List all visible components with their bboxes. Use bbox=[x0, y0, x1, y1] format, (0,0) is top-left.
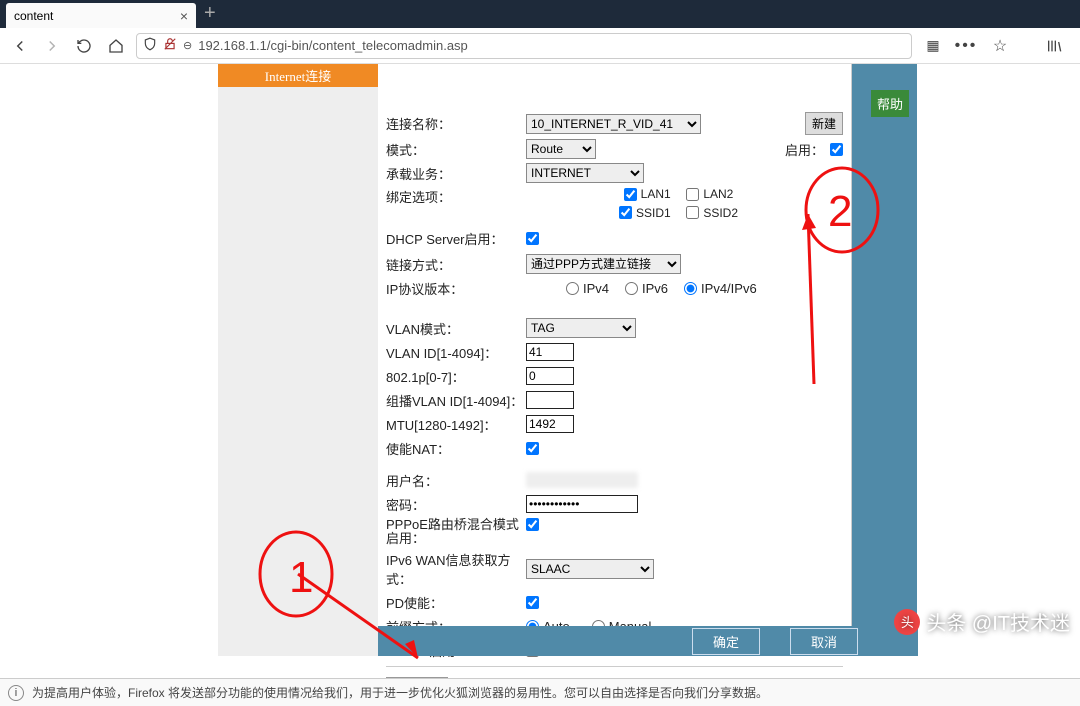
bind-lan1-label: LAN1 bbox=[641, 187, 671, 201]
bind-lan2-checkbox[interactable] bbox=[686, 188, 699, 201]
ok-button[interactable]: 确定 bbox=[692, 628, 760, 655]
mode-label: 模式： bbox=[386, 140, 526, 159]
browser-tabstrip: content × + bbox=[0, 0, 1080, 28]
browser-toolbar: ⊖ 192.168.1.1/cgi-bin/content_telecomadm… bbox=[0, 28, 1080, 64]
enable-label: 启用： bbox=[785, 140, 824, 159]
dot1p-label: 802.1p[0-7]： bbox=[386, 367, 526, 386]
bind-lan1-checkbox[interactable] bbox=[624, 188, 637, 201]
dhcp-checkbox[interactable] bbox=[526, 232, 539, 245]
status-bar: i 为提高用户体验，Firefox 将发送部分功能的使用情况给我们，用于进一步优… bbox=[0, 678, 1080, 706]
ipv4-label: IPv4 bbox=[583, 281, 609, 296]
url-text: 192.168.1.1/cgi-bin/content_telecomadmin… bbox=[198, 38, 468, 53]
meatball-menu-icon[interactable]: ••• bbox=[954, 34, 978, 58]
library-icon[interactable] bbox=[1042, 34, 1066, 58]
footer-bar: 确定 取消 bbox=[378, 626, 918, 656]
pppoe-bridge-checkbox[interactable] bbox=[526, 518, 539, 531]
pppoe-bridge-label: PPPoE路由桥混合模式启用： bbox=[386, 518, 526, 546]
vlan-id-input[interactable] bbox=[526, 343, 574, 361]
link-select[interactable]: 通过PPP方式建立链接 bbox=[526, 254, 681, 274]
url-bar[interactable]: ⊖ 192.168.1.1/cgi-bin/content_telecomadm… bbox=[136, 33, 912, 59]
user-label: 用户名： bbox=[386, 471, 526, 490]
back-button[interactable] bbox=[8, 34, 32, 58]
service-select[interactable]: INTERNET bbox=[526, 163, 644, 183]
shield-icon bbox=[143, 37, 157, 54]
permission-icon: ⊖ bbox=[183, 39, 192, 52]
forward-button[interactable] bbox=[40, 34, 64, 58]
page-body: Internet连接 连接名称： 10_INTERNET_R_VID_41 新建… bbox=[0, 64, 1080, 664]
bind-ssid2-label: SSID2 bbox=[703, 206, 738, 220]
config-panel: 连接名称： 10_INTERNET_R_VID_41 新建 模式： Route … bbox=[378, 64, 852, 626]
pd-checkbox[interactable] bbox=[526, 596, 539, 609]
ipv6-label: IPv6 bbox=[642, 281, 668, 296]
mvlan-input[interactable] bbox=[526, 391, 574, 409]
insecure-icon bbox=[163, 37, 177, 54]
home-button[interactable] bbox=[104, 34, 128, 58]
link-label: 链接方式： bbox=[386, 255, 526, 274]
status-text: 为提高用户体验，Firefox 将发送部分功能的使用情况给我们，用于进一步优化火… bbox=[32, 684, 768, 701]
nat-checkbox[interactable] bbox=[526, 442, 539, 455]
watermark-text: 头条 @IT技术迷 bbox=[926, 607, 1070, 636]
conn-name-select[interactable]: 10_INTERNET_R_VID_41 bbox=[526, 114, 701, 134]
ipv6-wan-select[interactable]: SLAAC bbox=[526, 559, 654, 579]
ipv46-label: IPv4/IPv6 bbox=[701, 281, 757, 296]
dhcp-label: DHCP Server启用： bbox=[386, 229, 526, 248]
new-button[interactable]: 新建 bbox=[805, 112, 843, 135]
new-tab-button[interactable]: + bbox=[204, 2, 216, 25]
username-redacted bbox=[526, 472, 638, 488]
bind-ssid2-checkbox[interactable] bbox=[686, 206, 699, 219]
bind-ssid1-checkbox[interactable] bbox=[619, 206, 632, 219]
ipv46-radio[interactable] bbox=[684, 282, 697, 295]
sidebar-header: Internet连接 bbox=[218, 64, 378, 87]
reload-button[interactable] bbox=[72, 34, 96, 58]
cancel-button[interactable]: 取消 bbox=[790, 628, 858, 655]
sidebar-footer-bg bbox=[218, 626, 378, 656]
enable-checkbox[interactable] bbox=[830, 143, 843, 156]
nat-label: 使能NAT： bbox=[386, 439, 526, 458]
tab-title: content bbox=[14, 9, 53, 23]
bookmark-icon[interactable]: ☆ bbox=[988, 34, 1012, 58]
pd-label: PD使能： bbox=[386, 593, 526, 612]
bind-lan2-label: LAN2 bbox=[703, 187, 733, 201]
ipv6-wan-label: IPv6 WAN信息获取方式： bbox=[386, 550, 526, 588]
conn-name-label: 连接名称： bbox=[386, 114, 526, 133]
mtu-label: MTU[1280-1492]： bbox=[386, 415, 526, 434]
pwd-label: 密码： bbox=[386, 495, 526, 514]
dot1p-input[interactable] bbox=[526, 367, 574, 385]
browser-tab[interactable]: content × bbox=[6, 3, 196, 28]
sidebar: Internet连接 bbox=[218, 64, 378, 626]
service-label: 承载业务： bbox=[386, 164, 526, 183]
qr-icon[interactable]: ▦ bbox=[920, 34, 944, 58]
ipv4-radio[interactable] bbox=[566, 282, 579, 295]
mode-select[interactable]: Route bbox=[526, 139, 596, 159]
vlan-id-label: VLAN ID[1-4094]： bbox=[386, 343, 526, 362]
info-icon: i bbox=[8, 685, 24, 701]
mtu-input[interactable] bbox=[526, 415, 574, 433]
watermark: 头 头条 @IT技术迷 bbox=[894, 607, 1070, 636]
vlan-mode-label: VLAN模式： bbox=[386, 319, 526, 338]
bind-label: 绑定选项： bbox=[386, 187, 526, 206]
bind-ssid1-label: SSID1 bbox=[636, 206, 671, 220]
password-input[interactable] bbox=[526, 495, 638, 513]
ipv6-radio[interactable] bbox=[625, 282, 638, 295]
mvlan-label: 组播VLAN ID[1-4094]： bbox=[386, 391, 526, 410]
close-tab-icon[interactable]: × bbox=[180, 8, 188, 24]
vlan-mode-select[interactable]: TAG bbox=[526, 318, 636, 338]
help-button[interactable]: 帮助 bbox=[871, 90, 909, 117]
right-column: 帮助 bbox=[852, 64, 917, 626]
watermark-icon: 头 bbox=[894, 609, 920, 635]
ipver-label: IP协议版本： bbox=[386, 279, 526, 298]
